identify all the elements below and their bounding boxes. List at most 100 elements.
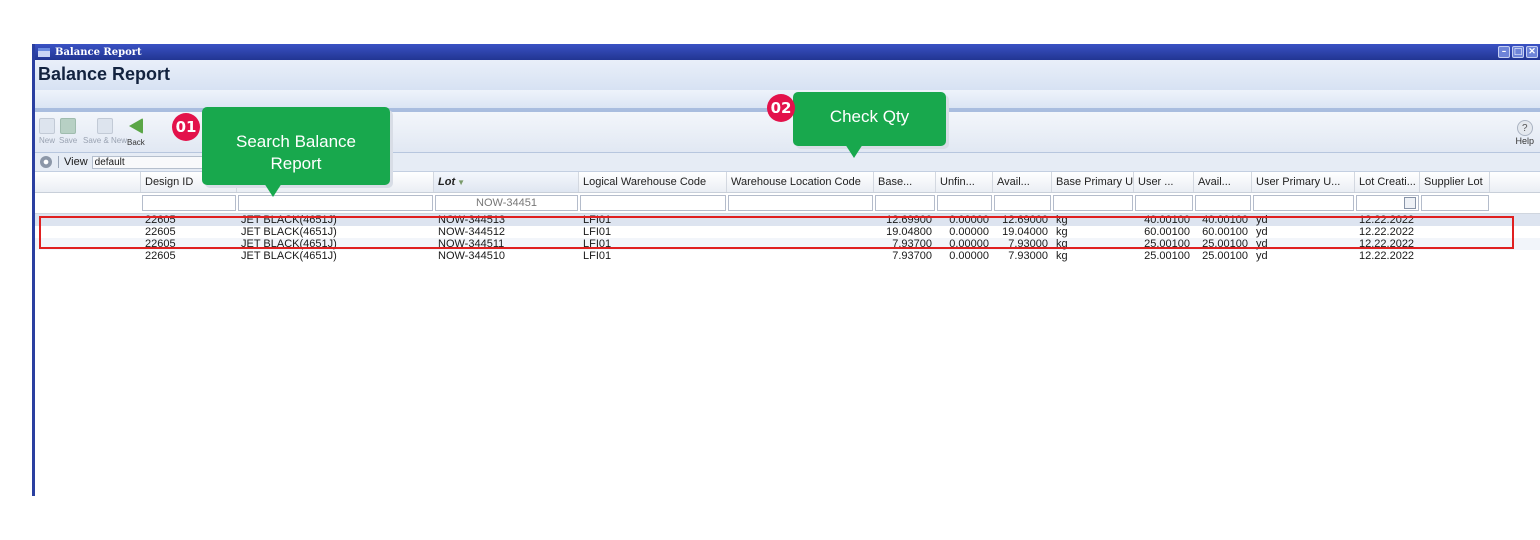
column-header-avail2[interactable]: Avail... [1194,172,1252,192]
cell-bpu: kg [1056,226,1068,238]
cell-lotc: 12.22.2022 [1359,226,1415,238]
back-button[interactable]: Back [127,118,145,147]
column-header-blank[interactable] [35,172,141,192]
cell-lot: NOW-344510 [438,250,506,262]
cell-avail1: 12.69000 [1002,214,1048,226]
filter-input-avail1[interactable] [994,195,1051,211]
balance-grid: Design IDFabric Color NameLot▼Logical Wa… [35,172,1540,262]
filter-input-bpu[interactable] [1053,195,1133,211]
column-header-bpu[interactable]: Base Primary Unit [1052,172,1134,192]
cell-lotc: 12.22.2022 [1359,250,1415,262]
filter-input-wlc[interactable] [728,195,873,211]
table-row[interactable]: 22605 JET BLACK(4651J) NOW-344510 LFI01 7.93… [35,250,1540,262]
cell-fabric: JET BLACK(4651J) [241,214,337,226]
column-header-upu[interactable]: User Primary U... [1252,172,1355,192]
column-header-lot[interactable]: Lot ▼ [434,172,579,192]
filter-input-design[interactable] [142,195,236,211]
cell-unfin: 0.00000 [949,238,989,250]
filter-cell-bpu [1052,193,1134,213]
lot-creation-filter[interactable] [1356,195,1419,211]
help-button[interactable]: ? Help [1515,120,1534,146]
column-header-sup[interactable]: Supplier Lot [1420,172,1490,192]
column-header-label: Avail... [997,176,1030,188]
window-title: Balance Report [55,46,142,58]
column-header-wlc[interactable]: Warehouse Location Code [727,172,874,192]
window-icon [38,47,50,57]
filter-cell-base [874,193,936,213]
cell-user: 60.00100 [1144,226,1190,238]
step-badge-01: 01 [172,113,200,141]
close-button[interactable]: ✕ [1526,46,1538,58]
column-header-label: Lot Creati... [1359,176,1416,188]
save-new-icon [97,118,114,134]
cell-lot: NOW-344513 [438,214,506,226]
filter-input-lwc[interactable] [580,195,726,211]
callout-check-qty-tail [845,144,863,158]
table-row[interactable]: 22605 JET BLACK(4651J) NOW-344512 LFI01 19.0… [35,226,1540,238]
cell-user: 40.00100 [1144,214,1190,226]
column-header-unfin[interactable]: Unfin... [936,172,993,192]
callout-check-qty-text: Check Qty [829,107,910,126]
view-label: View [64,156,88,168]
cell-design: 22605 [145,238,176,250]
help-icon: ? [1516,120,1533,136]
cell-wlc [727,250,874,262]
cell-upu: yd [1256,250,1268,262]
calendar-icon[interactable] [1404,197,1416,209]
cell-fabric: JET BLACK(4651J) [241,250,337,262]
cell-bpu: kg [1056,238,1068,250]
save-button[interactable]: Save [59,118,77,145]
filter-input-avail2[interactable] [1195,195,1251,211]
maximize-button[interactable]: □ [1512,46,1524,58]
new-button[interactable]: New [39,118,55,145]
column-header-label: Avail... [1198,176,1231,188]
save-new-button[interactable]: Save & New [83,118,127,145]
cell-design: 22605 [145,250,176,262]
cell-blank [35,226,141,238]
filter-cell-lotc [1355,193,1420,213]
minimize-button[interactable]: – [1498,46,1510,58]
callout-check-qty: Check Qty [793,92,946,158]
cell-lwc: LFI01 [583,226,612,238]
cell-lwc: LFI01 [583,238,612,250]
filter-input-lot[interactable] [435,195,578,211]
grid-body: 22605 JET BLACK(4651J) NOW-344513 LFI01 12.6… [35,214,1540,262]
cell-user: 25.00100 [1144,238,1190,250]
new-icon [39,118,55,134]
column-header-user[interactable]: User ... [1134,172,1194,192]
column-header-label: Design ID [145,176,194,188]
cell-wlc [727,214,874,226]
cell-bpu: kg [1056,250,1068,262]
column-header-lotc[interactable]: Lot Creati... [1355,172,1420,192]
cell-avail1: 19.04000 [1002,226,1048,238]
column-header-avail1[interactable]: Avail... [993,172,1052,192]
cell-user: 25.00100 [1144,250,1190,262]
cell-blank [35,214,141,226]
step-badge-02: 02 [767,94,795,122]
column-header-lwc[interactable]: Logical Warehouse Code [579,172,727,192]
filter-input-base[interactable] [875,195,935,211]
cell-fabric: JET BLACK(4651J) [241,226,337,238]
filter-cell-design [141,193,237,213]
filter-input-unfin[interactable] [937,195,992,211]
column-header-label: User Primary U... [1256,176,1341,188]
table-row[interactable]: 22605 JET BLACK(4651J) NOW-344513 LFI01 12.6… [35,214,1540,226]
gear-icon[interactable] [40,156,52,168]
cell-upu: yd [1256,238,1268,250]
filter-cell-user [1134,193,1194,213]
cell-bpu: kg [1056,214,1068,226]
filter-input-upu[interactable] [1253,195,1354,211]
cell-fabric: JET BLACK(4651J) [241,238,337,250]
filter-input-sup[interactable] [1421,195,1489,211]
column-header-base[interactable]: Base... [874,172,936,192]
table-row[interactable]: 22605 JET BLACK(4651J) NOW-344511 LFI01 7.93… [35,238,1540,250]
cell-sup [1420,250,1490,262]
cell-lot: NOW-344511 [438,238,505,250]
cell-avail2: 25.00100 [1202,238,1248,250]
back-arrow-icon [128,118,143,134]
filter-input-user[interactable] [1135,195,1193,211]
cell-lwc: LFI01 [583,250,612,262]
column-header-label: User ... [1138,176,1174,188]
filter-input-fabric[interactable] [238,195,433,211]
column-header-label: Logical Warehouse Code [583,176,707,188]
